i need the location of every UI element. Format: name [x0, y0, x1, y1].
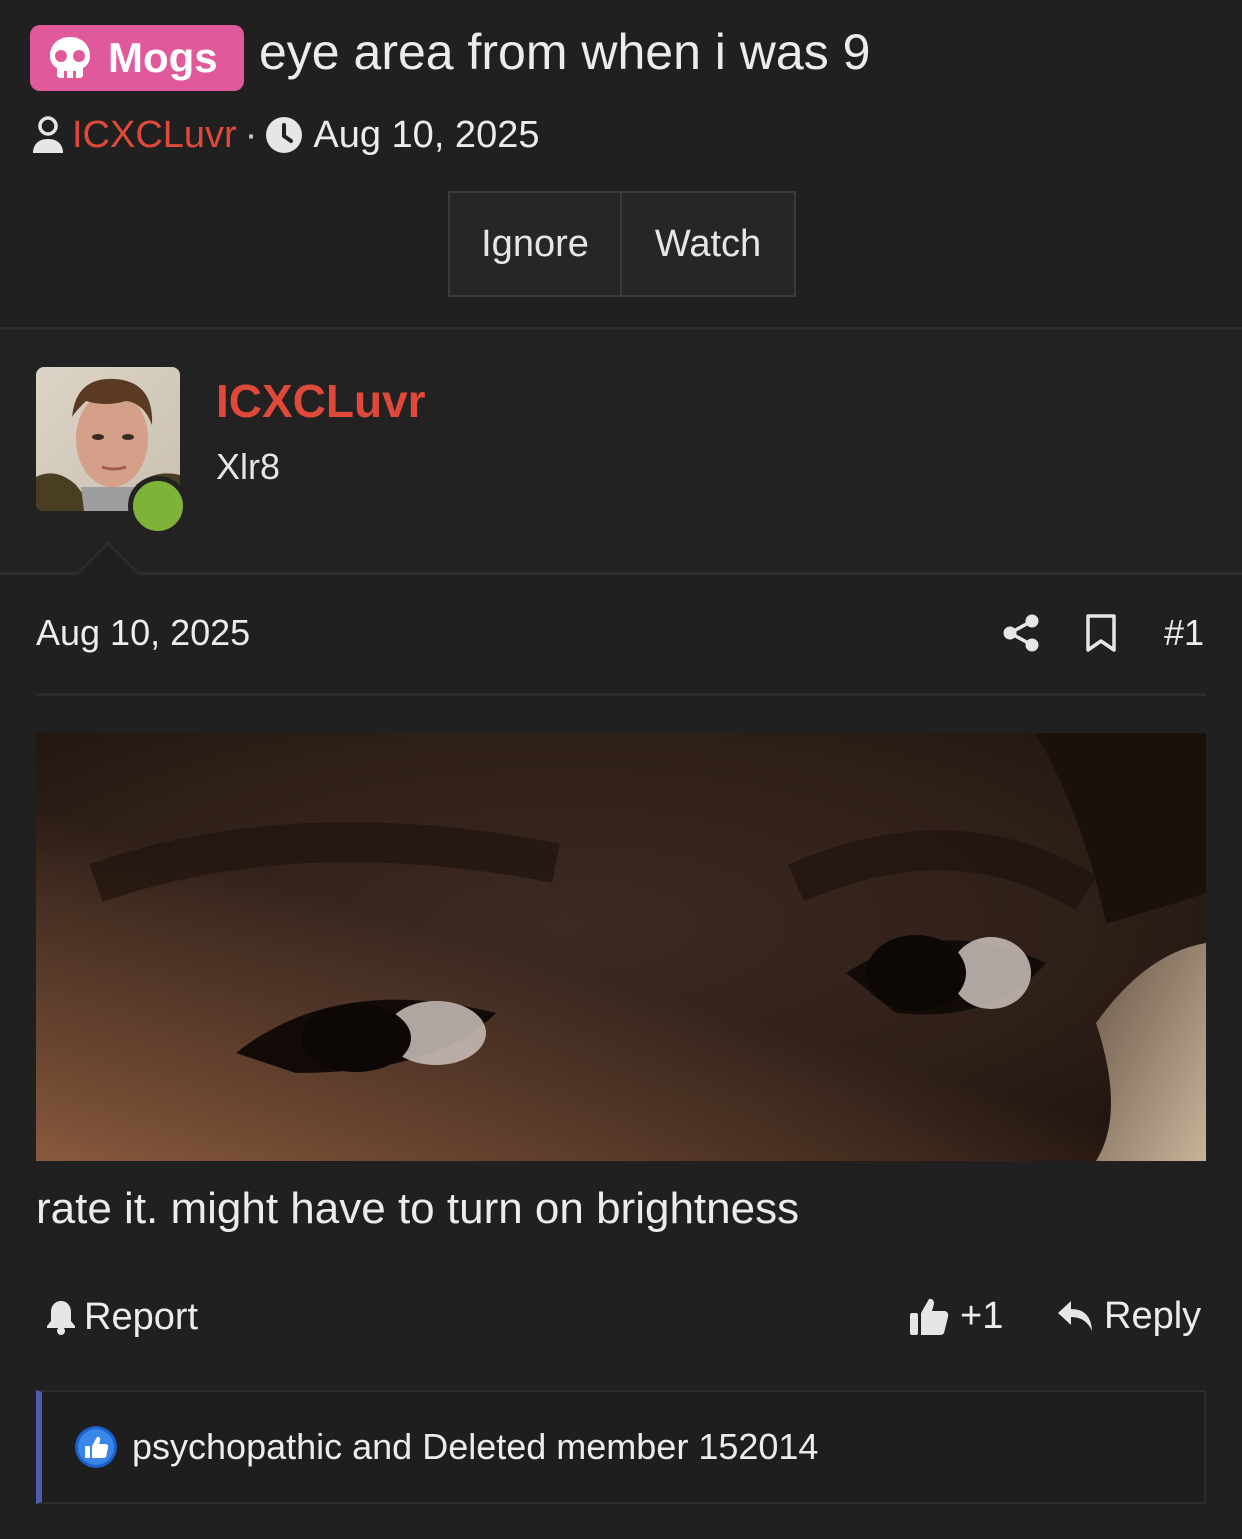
bookmark-icon[interactable] — [1084, 613, 1118, 653]
share-icon[interactable] — [1001, 613, 1041, 653]
thread-title: eye area from when i was 9 — [259, 24, 871, 80]
reply-icon — [1058, 1301, 1092, 1331]
bell-icon — [47, 1301, 75, 1335]
skull-icon — [50, 37, 90, 78]
thread-prefix-badge[interactable]: Mogs — [30, 25, 244, 91]
like-count: +1 — [960, 1294, 1004, 1337]
reply-label: Reply — [1104, 1294, 1202, 1337]
clock-icon — [266, 117, 303, 153]
online-status-dot — [128, 476, 188, 536]
reactions-bar[interactable]: psychopathic and Deleted member 152014 — [36, 1390, 1206, 1504]
divider — [36, 693, 1206, 696]
divider — [0, 572, 1242, 575]
reactions-list[interactable]: psychopathic and Deleted member 152014 — [132, 1426, 818, 1468]
author-pointer-inner — [77, 545, 139, 576]
post-number-link[interactable]: #1 — [1164, 612, 1204, 654]
meta-separator: · — [244, 113, 258, 156]
user-icon — [33, 116, 63, 153]
prefix-label: Mogs — [108, 34, 218, 81]
post-body: rate it. might have to turn on brightnes… — [36, 1184, 800, 1233]
report-label: Report — [84, 1295, 199, 1338]
thread-date[interactable]: Aug 10, 2025 — [313, 114, 539, 157]
like-button[interactable]: +1 — [908, 1292, 1003, 1340]
like-reaction-icon — [75, 1426, 117, 1468]
thread-author-link[interactable]: ICXCLuvr — [72, 114, 237, 157]
ignore-button[interactable]: Ignore — [448, 191, 622, 297]
report-button[interactable]: Report — [46, 1293, 198, 1341]
thread-meta: ICXCLuvr · Aug 10, 2025 — [30, 112, 539, 158]
post-username[interactable]: ICXCLuvr — [216, 374, 426, 428]
watch-button[interactable]: Watch — [622, 191, 796, 297]
user-title: Xlr8 — [216, 446, 281, 487]
post-author-block — [0, 330, 1242, 573]
post-image[interactable] — [36, 733, 1206, 1161]
post-date[interactable]: Aug 10, 2025 — [36, 612, 250, 654]
reply-button[interactable]: Reply — [1056, 1292, 1201, 1340]
thumbs-up-icon — [910, 1298, 949, 1335]
thread-actions: Ignore Watch — [448, 191, 796, 297]
